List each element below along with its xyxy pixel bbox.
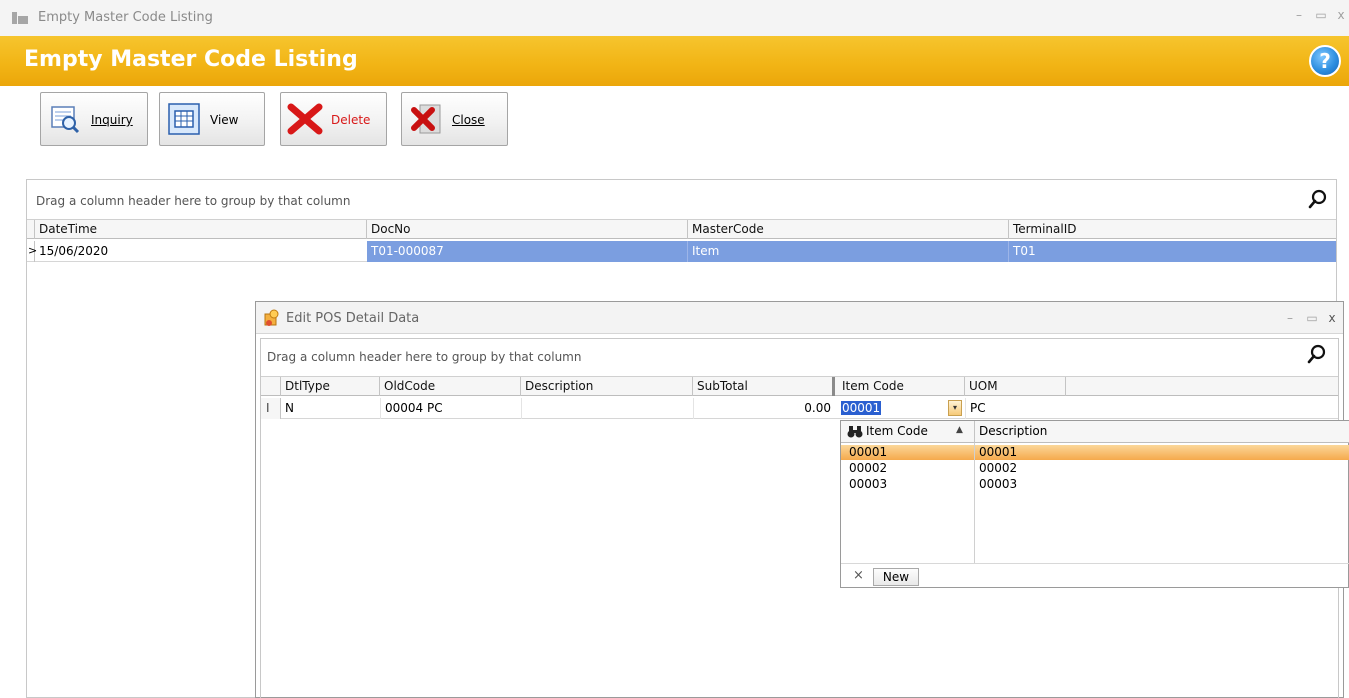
lookup-column-item-code[interactable]: Item Code	[866, 424, 928, 438]
close-icon	[411, 104, 441, 134]
inquiry-icon	[51, 106, 80, 134]
dialog-maximize-button[interactable]: ▭	[1304, 311, 1320, 325]
minimize-button[interactable]: –	[1291, 8, 1307, 22]
column-header-description[interactable]: Description	[521, 377, 693, 396]
table-row[interactable]: > 15/06/2020 T01-000087 Item T01	[27, 241, 1336, 262]
cell-uom[interactable]: PC	[965, 398, 1066, 419]
column-header-docno[interactable]: DocNo	[367, 220, 688, 239]
view-grid-icon	[168, 103, 200, 135]
column-header-oldcode[interactable]: OldCode	[380, 377, 521, 396]
close-button[interactable]: Close	[401, 92, 508, 146]
chevron-down-icon[interactable]: ▾	[948, 400, 962, 416]
column-header-mastercode[interactable]: MasterCode	[688, 220, 1009, 239]
delete-label: Delete	[331, 113, 371, 127]
view-label: View	[210, 113, 239, 127]
dialog-close-button[interactable]: x	[1324, 311, 1340, 325]
cell-dtltype[interactable]: N	[281, 398, 380, 419]
delete-button[interactable]: Delete	[280, 92, 387, 146]
cell-description[interactable]	[521, 398, 693, 419]
sort-ascending-icon[interactable]: ▲	[956, 425, 963, 435]
lookup-item-code: 00002	[849, 461, 888, 475]
dialog-titlebar: Edit POS Detail Data – ▭ x	[256, 302, 1343, 334]
list-item[interactable]: 00002 00002	[841, 461, 1349, 476]
binoculars-icon[interactable]	[847, 425, 863, 439]
lookup-item-description: 00001	[979, 445, 1018, 459]
lookup-item-code: 00003	[849, 477, 888, 491]
delete-x-icon	[287, 103, 323, 135]
new-item-button[interactable]: New	[873, 568, 919, 586]
app-icon	[12, 12, 28, 24]
view-button[interactable]: View	[159, 92, 265, 146]
lookup-item-description: 00003	[979, 477, 1018, 491]
column-header-uom[interactable]: UOM	[965, 377, 1066, 396]
detail-grid-header: DtlType OldCode Description SubTotal Ite…	[261, 376, 1338, 396]
row-indicator-header	[27, 220, 35, 239]
column-header-subtotal[interactable]: SubTotal	[693, 377, 835, 396]
dialog-title: Edit POS Detail Data	[286, 311, 420, 326]
cell-subtotal[interactable]: 0.00	[693, 398, 835, 419]
item-code-input[interactable]: 00001	[841, 401, 882, 415]
row-indicator: >	[27, 241, 37, 262]
close-label: Close	[452, 113, 485, 127]
dialog-minimize-button[interactable]: –	[1282, 311, 1298, 325]
group-by-hint[interactable]: Drag a column header here to group by th…	[36, 194, 350, 208]
cell-datetime[interactable]: 15/06/2020	[35, 241, 367, 262]
cell-oldcode[interactable]: 00004 PC	[380, 398, 521, 419]
cell-docno[interactable]: T01-000087	[367, 241, 688, 262]
window-titlebar: Empty Master Code Listing – ▭ x	[0, 0, 1349, 36]
list-item[interactable]: 00001 00001	[841, 445, 1349, 460]
grid-header: DateTime DocNo MasterCode TerminalID	[27, 219, 1336, 239]
lookup-header: Item Code ▲ Description	[841, 421, 1349, 443]
window-title: Empty Master Code Listing	[38, 10, 213, 25]
item-code-lookup: Item Code ▲ Description 00001 00001 0000…	[840, 420, 1349, 588]
clear-icon[interactable]: ×	[853, 568, 864, 583]
table-row[interactable]: I N 00004 PC 0.00 00001 ▾ PC	[261, 398, 1338, 419]
lookup-item-description: 00002	[979, 461, 1018, 475]
page-title: Empty Master Code Listing	[24, 47, 358, 72]
lookup-item-code: 00001	[849, 445, 888, 459]
inquiry-button[interactable]: Inquiry	[40, 92, 148, 146]
column-header-terminalid[interactable]: TerminalID	[1009, 220, 1336, 239]
column-header-item-code[interactable]: Item Code	[838, 377, 965, 396]
search-icon[interactable]	[1307, 188, 1329, 210]
list-item[interactable]: 00003 00003	[841, 477, 1349, 492]
edit-data-icon	[264, 309, 279, 326]
lookup-header-divider	[974, 421, 975, 443]
item-code-editor[interactable]: 00001 ▾	[838, 398, 965, 419]
lookup-column-description[interactable]: Description	[979, 424, 1047, 438]
column-header-datetime[interactable]: DateTime	[35, 220, 367, 239]
detail-row-indicator-header	[261, 377, 281, 396]
header-band: Empty Master Code Listing	[0, 36, 1349, 86]
cell-mastercode[interactable]: Item	[688, 241, 1009, 262]
help-icon[interactable]: ?	[1309, 45, 1341, 77]
detail-search-icon[interactable]	[1306, 343, 1328, 365]
maximize-button[interactable]: ▭	[1313, 8, 1329, 22]
column-header-dtltype[interactable]: DtlType	[281, 377, 380, 396]
cell-terminalid[interactable]: T01	[1009, 241, 1336, 262]
detail-group-by-hint[interactable]: Drag a column header here to group by th…	[267, 350, 581, 364]
lookup-column-divider	[974, 443, 975, 563]
lookup-footer: × New	[841, 563, 1349, 589]
edit-row-indicator: I	[261, 398, 281, 419]
inquiry-label: Inquiry	[91, 113, 133, 127]
close-window-button[interactable]: x	[1333, 8, 1349, 22]
